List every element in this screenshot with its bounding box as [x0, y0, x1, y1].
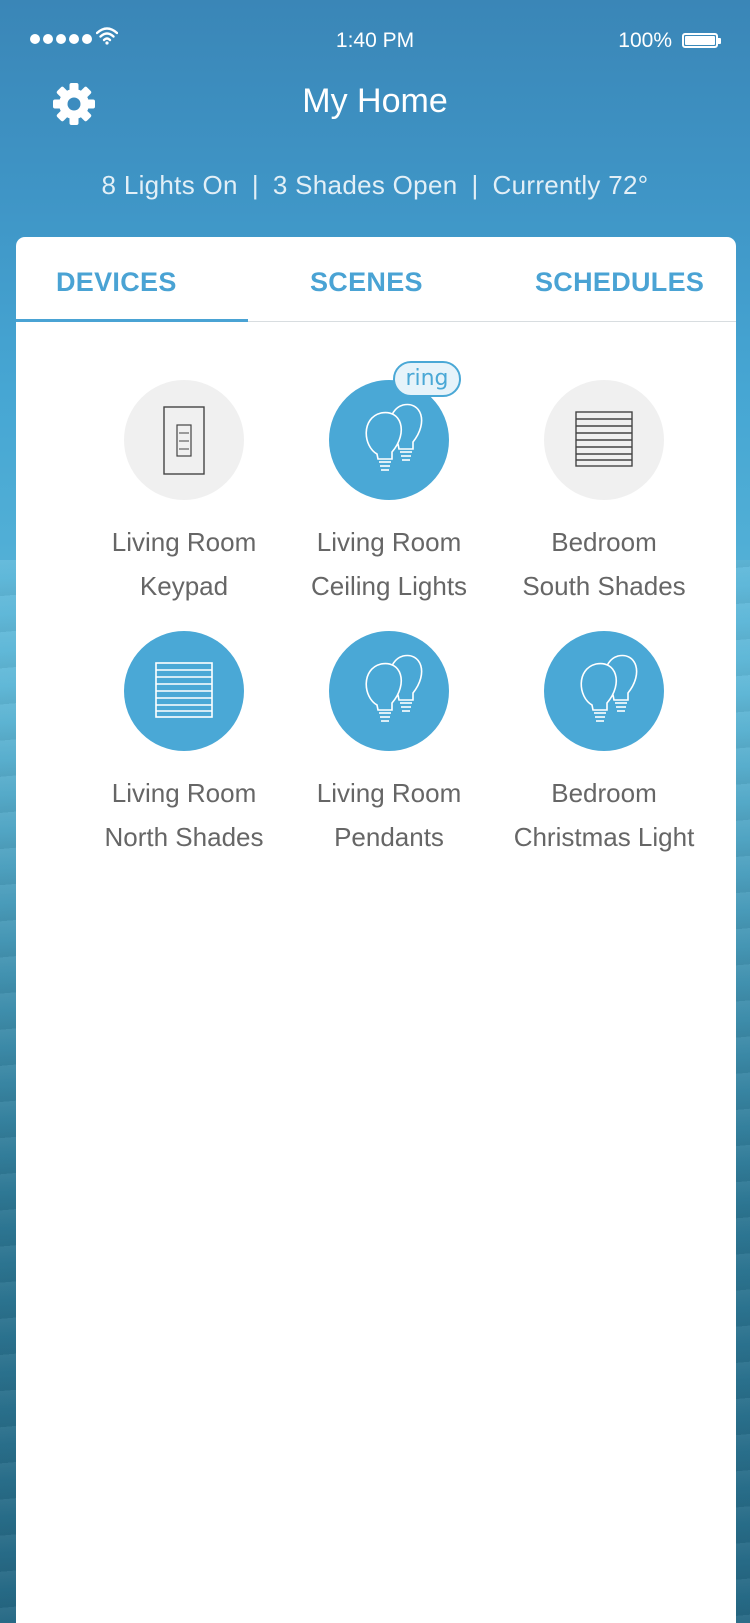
device-label: Bedroom South Shades [494, 520, 714, 608]
device-living-room-pendants[interactable]: Living Room Pendants [279, 631, 499, 859]
device-room: Bedroom [551, 527, 657, 557]
device-room: Living Room [111, 527, 257, 557]
device-name: Pendants [334, 822, 444, 852]
device-name: Christmas Light [513, 822, 695, 852]
device-living-room-keypad[interactable]: Living Room Keypad [74, 380, 294, 608]
active-tab-indicator [16, 319, 248, 322]
device-label: Living Room Keypad [74, 520, 294, 608]
light-bulbs-icon [365, 654, 423, 722]
device-name: South Shades [522, 571, 686, 601]
light-bulbs-icon [580, 654, 638, 722]
device-label: Bedroom Christmas Light [494, 771, 714, 859]
device-label: Living Room Pendants [279, 771, 499, 859]
device-room: Bedroom [551, 778, 657, 808]
page-title: My Home [302, 82, 448, 120]
device-label: Living Room Ceiling Lights [279, 520, 499, 608]
tab-devices[interactable]: DEVICES [56, 267, 177, 298]
light-bulbs-icon [365, 403, 423, 471]
keypad-icon [163, 406, 205, 475]
tab-scenes[interactable]: SCENES [310, 267, 423, 298]
device-bedroom-christmas-light[interactable]: Bedroom Christmas Light [494, 631, 714, 859]
summary-separator: | [471, 170, 479, 200]
device-status-circle [544, 631, 664, 751]
device-living-room-ceiling-lights[interactable]: Living Room Ceiling Lights [279, 380, 499, 608]
device-room: Living Room [111, 778, 257, 808]
device-status-circle [544, 380, 664, 500]
device-status-circle [124, 380, 244, 500]
device-status-circle [329, 631, 449, 751]
device-living-room-north-shades[interactable]: Living Room North Shades [74, 631, 294, 859]
device-name: Ceiling Lights [310, 571, 468, 601]
device-room: Living Room [316, 527, 462, 557]
battery-percent: 100% [618, 29, 672, 52]
device-name: Keypad [139, 571, 229, 601]
device-status-circle [329, 380, 449, 500]
summary-separator: | [251, 170, 259, 200]
devices-card: DEVICES SCENES SCHEDULES Living Room Key… [16, 237, 736, 1623]
device-bedroom-south-shades[interactable]: Bedroom South Shades [494, 380, 714, 608]
shade-icon [155, 662, 213, 718]
shade-icon [575, 411, 633, 467]
current-temperature: Currently 72° [492, 170, 649, 200]
ring-badge: ring [393, 361, 461, 397]
status-bar: 1:40 PM 100% [0, 0, 750, 80]
shades-open-count: 3 Shades Open [272, 170, 458, 200]
device-room: Living Room [316, 778, 462, 808]
tab-bar: DEVICES SCENES SCHEDULES [16, 237, 736, 322]
home-summary: 8 Lights On | 3 Shades Open | Currently 72° [0, 170, 750, 201]
device-status-circle [124, 631, 244, 751]
battery-icon [682, 33, 721, 48]
tab-schedules[interactable]: SCHEDULES [535, 267, 704, 298]
device-label: Living Room North Shades [74, 771, 294, 859]
device-name: North Shades [104, 822, 264, 852]
lights-on-count: 8 Lights On [101, 170, 238, 200]
